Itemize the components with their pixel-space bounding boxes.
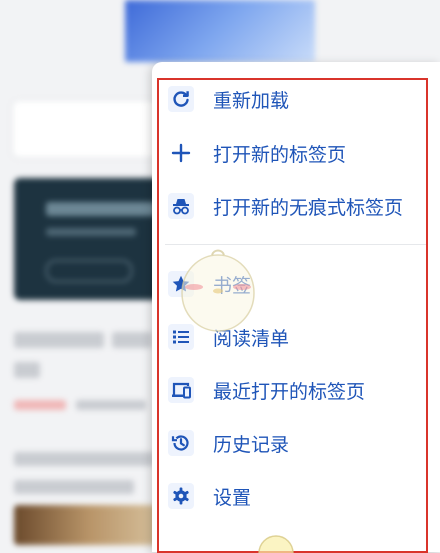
menu-item-label: 历史记录	[213, 433, 290, 456]
history-icon	[168, 430, 194, 456]
menu-item-settings[interactable]: 设置	[152, 474, 428, 518]
gear-icon	[168, 483, 194, 509]
menu-item-label: 最近打开的标签页	[213, 380, 366, 403]
menu-item-reload[interactable]: 重新加载	[152, 77, 428, 121]
menu-item-new-tab[interactable]: 打开新的标签页	[152, 131, 428, 175]
reload-icon	[168, 86, 194, 112]
plus-icon	[168, 140, 194, 166]
background-card	[14, 178, 174, 300]
background-tag	[14, 400, 66, 410]
background-banner	[125, 0, 315, 62]
menu-item-new-incognito-tab[interactable]: 打开新的无痕式标签页	[152, 184, 428, 228]
mascot-watermark	[181, 249, 255, 332]
menu-divider	[165, 244, 427, 245]
devices-icon	[168, 377, 194, 403]
menu-item-label: 打开新的无痕式标签页	[213, 196, 404, 219]
background-photo	[14, 505, 164, 545]
background-search-box	[12, 100, 174, 158]
menu-item-label: 打开新的标签页	[213, 143, 347, 166]
menu-item-history[interactable]: 历史记录	[152, 421, 428, 465]
menu-item-label: 重新加载	[213, 89, 290, 112]
menu-item-recent-tabs[interactable]: 最近打开的标签页	[152, 368, 428, 412]
menu-item-label: 设置	[213, 486, 252, 509]
mascot-watermark-small	[258, 535, 294, 553]
incognito-icon	[168, 193, 194, 219]
